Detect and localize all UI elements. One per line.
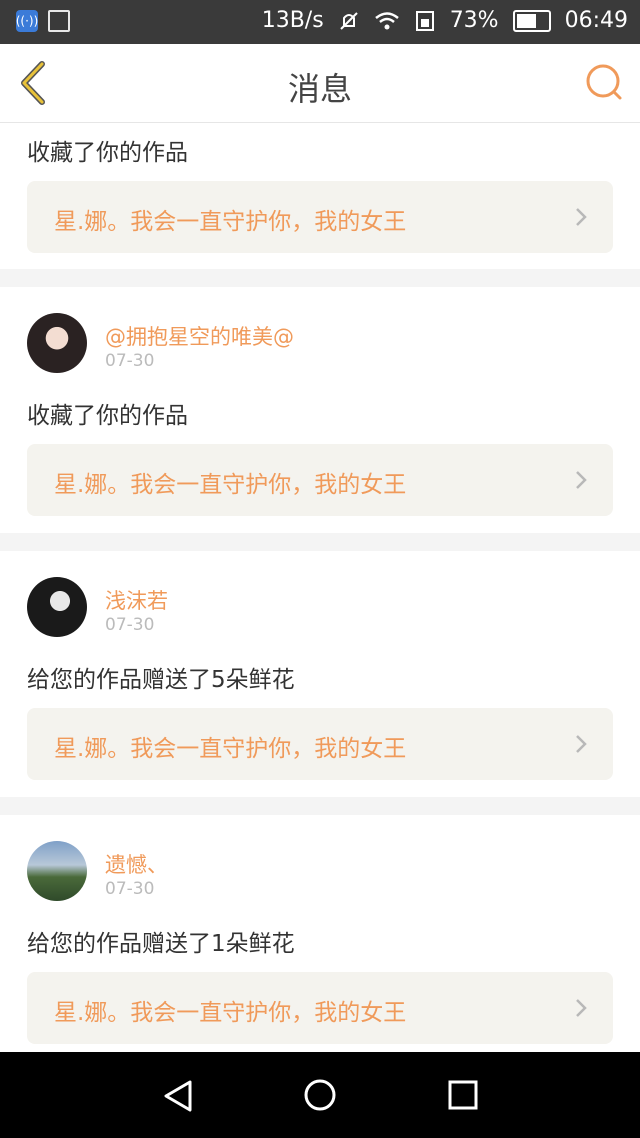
work-link[interactable]: 星.娜。我会一直守护你，我的女王 [27,708,613,780]
chevron-right-icon [576,471,587,489]
work-title: 星.娜。我会一直守护你，我的女王 [54,1000,407,1026]
action-text: 给您的作品赠送了5朵鲜花 [27,667,295,693]
clock: 06:49 [564,8,628,33]
hotspot-icon: ((·)) [16,10,38,32]
list-item: 收藏了你的作品 星.娜。我会一直守护你，我的女王 [0,123,640,269]
search-icon[interactable] [584,62,624,102]
message-date: 07-30 [105,615,155,635]
nav-home-icon[interactable] [302,1077,338,1113]
action-text: 给您的作品赠送了1朵鲜花 [27,931,295,957]
nav-recents-icon[interactable] [446,1078,480,1112]
user-name[interactable]: @拥抱星空的唯美@ [105,321,294,351]
mute-icon [339,11,358,30]
work-link[interactable]: 星.娜。我会一直守护你，我的女王 [27,972,613,1044]
work-link[interactable]: 星.娜。我会一直守护你，我的女王 [27,181,613,253]
app-header: 消息 [0,44,640,123]
list-item: @拥抱星空的唯美@ 07-30 收藏了你的作品 星.娜。我会一直守护你，我的女王 [0,287,640,533]
avatar[interactable] [27,841,87,901]
system-nav-bar [0,1052,640,1138]
user-name[interactable]: 遗憾、 [105,849,168,879]
network-speed: 13B/s [261,8,324,33]
wifi-icon [374,11,399,29]
message-list[interactable]: 收藏了你的作品 星.娜。我会一直守护你，我的女王 @拥抱星空的唯美@ 07-30… [0,123,640,1052]
work-title: 星.娜。我会一直守护你，我的女王 [54,209,407,235]
screenshot-icon [48,10,70,32]
work-link[interactable]: 星.娜。我会一直守护你，我的女王 [27,444,613,516]
chevron-right-icon [576,735,587,753]
battery-percent: 73% [449,8,499,33]
list-item: 遗憾、 07-30 给您的作品赠送了1朵鲜花 星.娜。我会一直守护你，我的女王 [0,815,640,1052]
action-text: 收藏了你的作品 [27,403,188,429]
avatar[interactable] [27,313,87,373]
sim-icon [415,10,434,31]
avatar[interactable] [27,577,87,637]
chevron-right-icon [576,999,587,1017]
chevron-right-icon [576,208,587,226]
nav-back-icon[interactable] [160,1078,196,1114]
user-name[interactable]: 浅沫若 [105,585,168,615]
list-item: 浅沫若 07-30 给您的作品赠送了5朵鲜花 星.娜。我会一直守护你，我的女王 [0,551,640,797]
message-date: 07-30 [105,879,155,899]
status-bar: ((·)) 13B/s 73% 06:49 [0,0,640,44]
work-title: 星.娜。我会一直守护你，我的女王 [54,472,407,498]
action-text: 收藏了你的作品 [27,140,188,166]
page-title: 消息 [287,70,352,108]
work-title: 星.娜。我会一直守护你，我的女王 [54,736,407,762]
battery-icon [512,9,551,32]
message-date: 07-30 [105,351,155,371]
